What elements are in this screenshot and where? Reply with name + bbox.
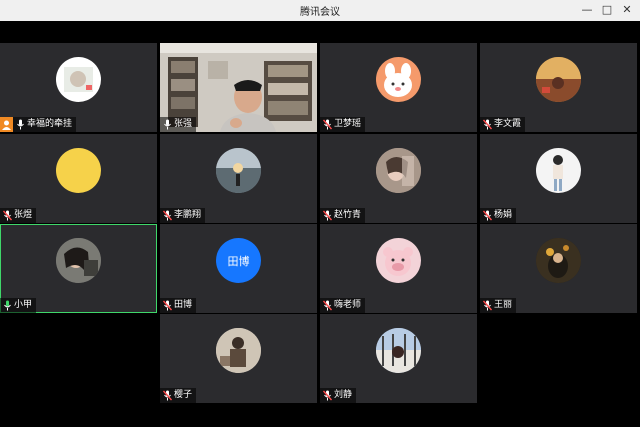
participant-tile[interactable]: 樱子 xyxy=(160,314,317,403)
participant-tile[interactable]: 李鹏翔 xyxy=(160,134,317,223)
nameplate: 李文霞 xyxy=(480,117,526,132)
mic-muted-icon xyxy=(323,300,332,311)
participant-tile[interactable]: 卫梦瑶 xyxy=(320,43,477,132)
title-bar: 腾讯会议 — □ ✕ xyxy=(0,0,640,21)
mic-muted-icon xyxy=(163,210,172,221)
avatar xyxy=(56,148,101,193)
participant-name: 张强 xyxy=(174,119,193,129)
nameplate: 张强 xyxy=(160,117,197,132)
participant-tile[interactable]: 幸福的牵挂 xyxy=(0,43,157,132)
avatar xyxy=(376,148,421,193)
mic-muted-icon xyxy=(483,119,492,130)
maximize-icon[interactable]: □ xyxy=(599,2,615,18)
participant-name: 李文霞 xyxy=(494,119,522,129)
participant-tile-speaking[interactable]: 小甲 xyxy=(0,224,157,313)
participant-tile[interactable]: 田博 田博 xyxy=(160,224,317,313)
participant-name: 李鹏翔 xyxy=(174,210,202,220)
participant-name: 卫梦瑶 xyxy=(334,119,362,129)
mic-icon xyxy=(17,119,24,130)
nameplate: 杨娟 xyxy=(480,208,517,223)
nameplate: 王丽 xyxy=(480,298,517,313)
avatar: 田博 xyxy=(216,238,261,283)
mic-icon xyxy=(164,119,171,130)
mic-muted-icon xyxy=(163,300,172,311)
avatar xyxy=(536,238,581,283)
participant-name: 赵竹青 xyxy=(334,210,362,220)
participant-tile[interactable]: 刘静 xyxy=(320,314,477,403)
participant-name: 刘静 xyxy=(334,390,353,400)
avatar xyxy=(376,57,421,102)
participant-name: 田博 xyxy=(174,300,193,310)
nameplate: 幸福的牵挂 xyxy=(0,117,77,132)
participant-name: 樱子 xyxy=(174,390,193,400)
participant-tile[interactable]: 王丽 xyxy=(480,224,637,313)
nameplate: 小甲 xyxy=(0,298,37,313)
nameplate: 赵竹青 xyxy=(320,208,366,223)
nameplate: 刘静 xyxy=(320,388,357,403)
mic-muted-icon xyxy=(323,390,332,401)
avatar xyxy=(216,328,261,373)
avatar xyxy=(216,148,261,193)
participant-tile[interactable]: 张煜 xyxy=(0,134,157,223)
close-icon[interactable]: ✕ xyxy=(619,2,635,18)
nameplate: 李鹏翔 xyxy=(160,208,206,223)
mic-muted-icon xyxy=(483,300,492,311)
host-icon xyxy=(0,117,13,132)
nameplate: 嗨老师 xyxy=(320,298,366,313)
participant-name: 嗨老师 xyxy=(334,300,362,310)
participant-name: 张煜 xyxy=(14,210,33,220)
nameplate: 张煜 xyxy=(0,208,37,223)
minimize-icon[interactable]: — xyxy=(579,2,595,18)
mic-muted-icon xyxy=(323,210,332,221)
participant-tile[interactable]: 赵竹青 xyxy=(320,134,477,223)
avatar xyxy=(376,238,421,283)
avatar xyxy=(56,57,101,102)
participant-tile[interactable]: 嗨老师 xyxy=(320,224,477,313)
window-title: 腾讯会议 xyxy=(300,7,340,18)
nameplate: 樱子 xyxy=(160,388,197,403)
participant-tile[interactable]: 杨娟 xyxy=(480,134,637,223)
participant-name: 杨娟 xyxy=(494,210,513,220)
participant-tile[interactable]: 张强 xyxy=(160,43,317,132)
avatar xyxy=(56,238,101,283)
nameplate: 田博 xyxy=(160,298,197,313)
participant-name: 小甲 xyxy=(14,300,33,310)
participant-name: 幸福的牵挂 xyxy=(27,119,73,129)
nameplate: 卫梦瑶 xyxy=(320,117,366,132)
avatar-initials: 田博 xyxy=(227,254,250,268)
mic-muted-icon xyxy=(163,390,172,401)
avatar xyxy=(536,148,581,193)
participant-name: 王丽 xyxy=(494,300,513,310)
mic-muted-icon xyxy=(483,210,492,221)
mic-muted-icon xyxy=(323,119,332,130)
avatar xyxy=(536,57,581,102)
mic-active-icon xyxy=(4,300,11,311)
mic-muted-icon xyxy=(3,210,12,221)
avatar xyxy=(376,328,421,373)
participant-tile[interactable]: 李文霞 xyxy=(480,43,637,132)
